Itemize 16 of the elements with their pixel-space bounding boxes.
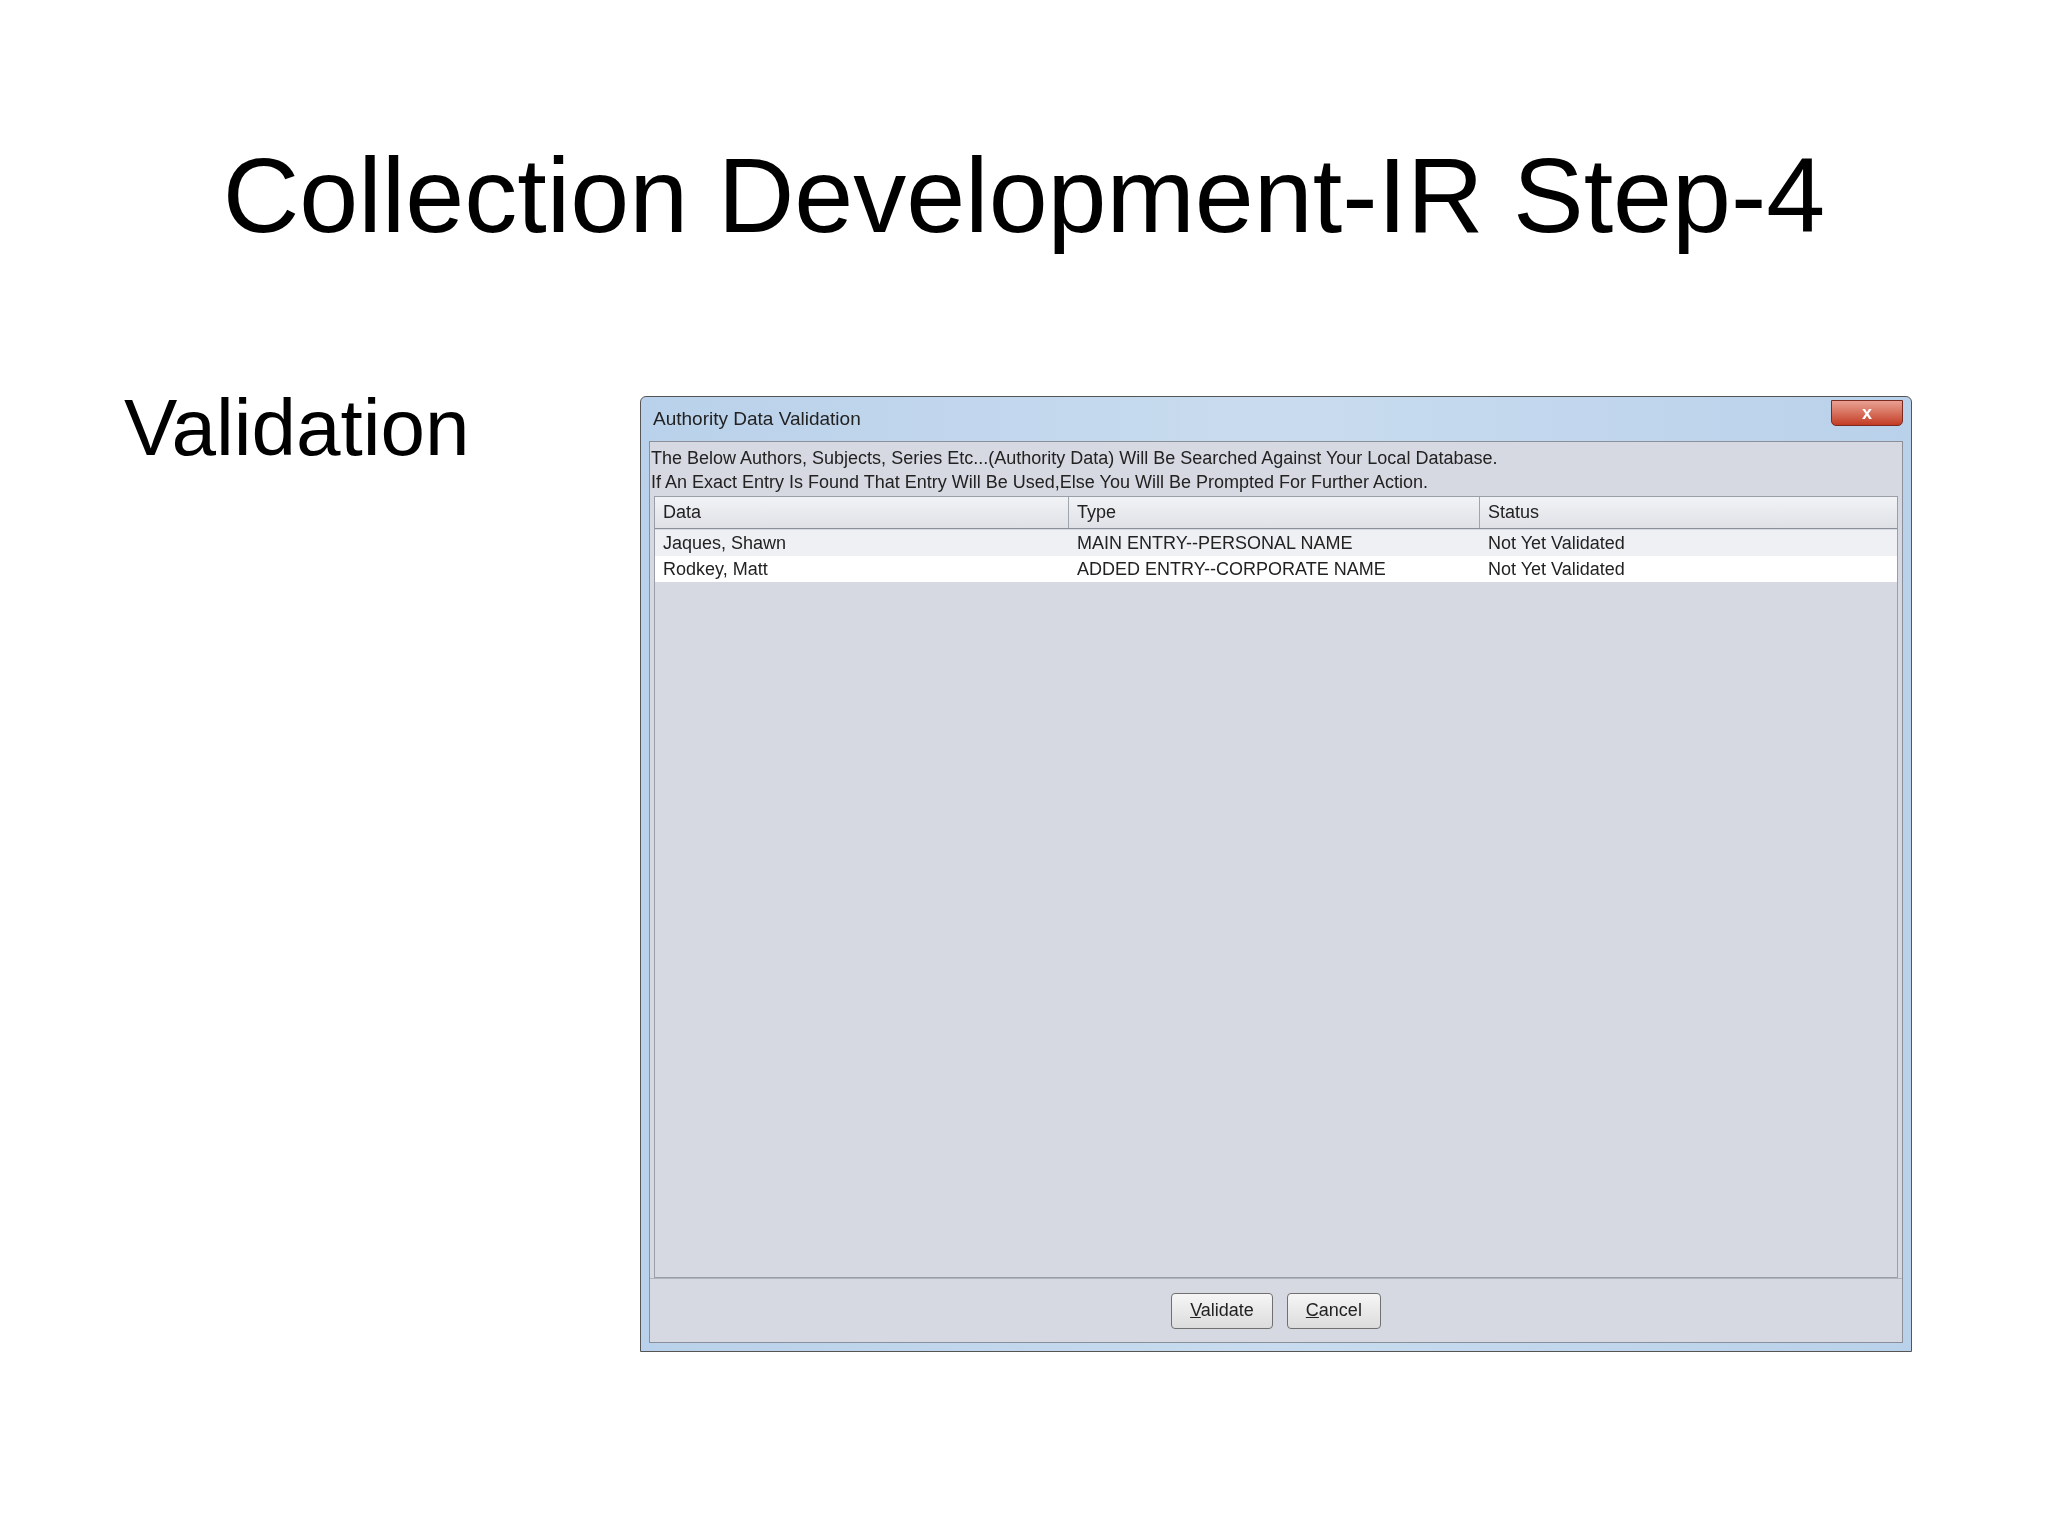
table-cell-text: MAIN ENTRY--PERSONAL NAME [1076,531,1354,555]
instruction-text: If An Exact Entry Is Found That Entry Will Be Used,Else You Will Be Prompted For Further Action. [651,471,1429,494]
table-cell-text: Jaques, Shawn [662,531,788,555]
window-title: Authority Data Validation [653,406,861,431]
slide-subtitle: Validation [124,382,470,474]
column-header[interactable]: Type [1069,497,1480,528]
dialog-button[interactable]: Validate [1171,1292,1273,1329]
dialog-button[interactable]: Cancel [1286,1292,1381,1329]
instruction-text: The Below Authors, Subjects, Series Etc...(Authority Data) Will Be Searched Against Your Local Database. [651,447,1499,470]
column-header[interactable]: Status [1480,497,1897,528]
table-cell-text: ADDED ENTRY--CORPORATE NAME [1076,557,1387,581]
slide-title: Collection Development-IR Step-4 [222,135,1826,256]
table-cell-text: Rodkey, Matt [662,557,769,581]
table-cell-text: Not Yet Validated [1487,531,1626,555]
column-header[interactable]: Data [655,497,1069,528]
table-cell-text: Not Yet Validated [1487,557,1626,581]
